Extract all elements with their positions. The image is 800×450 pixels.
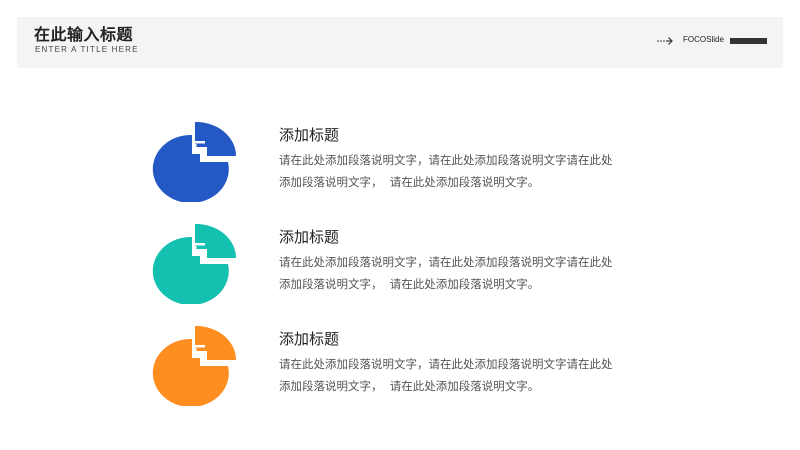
- item-description: 请在此处添加段落说明文字，请在此处添加段落说明文字请在此处 添加段落说明文字， …: [279, 255, 613, 291]
- list-item: 添加标题 请在此处添加段落说明文字，请在此处添加段落说明文字请在此处 添加段落说…: [150, 326, 650, 406]
- page-subtitle: ENTER A TITLE HERE: [35, 45, 139, 54]
- item-description: 请在此处添加段落说明文字，请在此处添加段落说明文字请在此处 添加段落说明文字， …: [279, 153, 613, 189]
- pie-chart-icon: [152, 122, 236, 202]
- dotted-arrow-icon: [657, 37, 673, 45]
- page-title: 在此输入标题: [34, 25, 134, 44]
- item-title: 添加标题: [279, 330, 340, 348]
- item-title: 添加标题: [279, 126, 340, 144]
- header-bar: 在此输入标题 ENTER A TITLE HERE FOCOSlide: [17, 17, 783, 68]
- list-item: 添加标题 请在此处添加段落说明文字，请在此处添加段落说明文字请在此处 添加段落说…: [150, 122, 650, 202]
- brand-label: FOCOSlide: [683, 35, 724, 44]
- item-description: 请在此处添加段落说明文字，请在此处添加段落说明文字请在此处 添加段落说明文字， …: [279, 357, 613, 393]
- list-item: 添加标题 请在此处添加段落说明文字，请在此处添加段落说明文字请在此处 添加段落说…: [150, 224, 650, 304]
- brand-bar: [730, 38, 767, 44]
- item-title: 添加标题: [279, 228, 340, 246]
- pie-chart-icon: [152, 326, 236, 406]
- pie-chart-icon: [152, 224, 236, 304]
